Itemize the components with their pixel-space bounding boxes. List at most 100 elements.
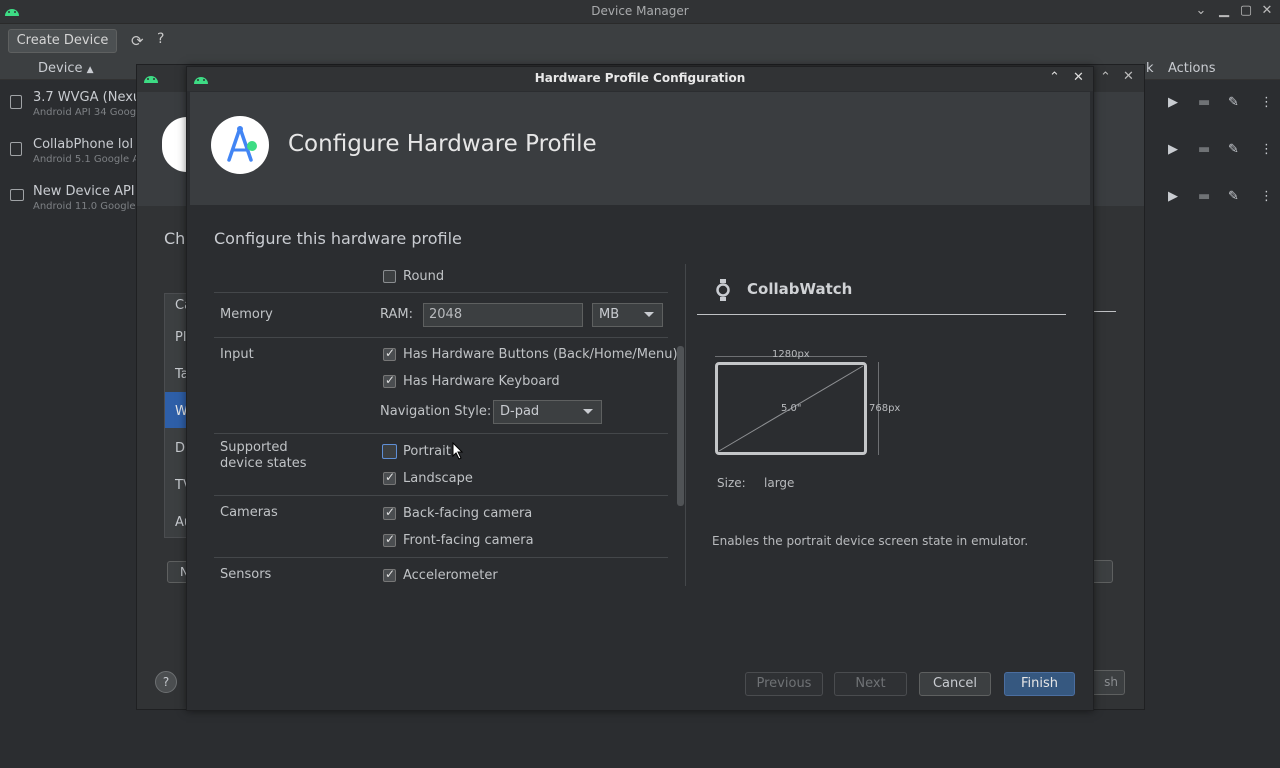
device-name: CollabPhone lol <box>33 137 134 152</box>
minimize-icon[interactable]: ▁ <box>1216 3 1232 19</box>
table-row[interactable]: New Device API 3 Android 11.0 Google <box>0 180 147 226</box>
previous-button[interactable]: Previous <box>745 672 823 696</box>
diagonal-label: 5.0" <box>781 403 802 414</box>
ram-unit-value: MB <box>599 307 620 322</box>
edit-icon[interactable]: ✎ <box>1228 189 1239 204</box>
bg-close-button[interactable]: ✕ <box>1123 69 1134 84</box>
navigation-style-label: Navigation Style: <box>380 404 492 419</box>
bg-list-item[interactable]: Pl <box>175 330 186 345</box>
window-title: Device Manager <box>591 4 689 18</box>
actions-column-header: Actions <box>1168 61 1216 76</box>
next-button[interactable]: Next <box>834 672 907 696</box>
finish-button[interactable]: Finish <box>1004 672 1075 696</box>
row-divider <box>214 495 668 496</box>
portrait-checkbox[interactable] <box>382 444 397 459</box>
height-label: 768px <box>869 403 901 414</box>
row-divider <box>214 292 668 293</box>
more-icon[interactable]: ⋮ <box>1260 142 1273 157</box>
phone-icon <box>10 95 22 109</box>
create-device-button[interactable]: Create Device <box>8 29 117 53</box>
section-title: Configure this hardware profile <box>214 229 462 248</box>
portrait-label: Portrait <box>403 444 451 459</box>
row-divider <box>214 337 668 338</box>
device-header-label: Device <box>38 61 83 76</box>
table-row[interactable]: 3.7 WVGA (Nexus Android API 34 Googl <box>0 86 148 132</box>
cameras-label: Cameras <box>220 505 278 520</box>
device-name: New Device API 3 <box>33 184 148 199</box>
sort-ascending-icon: ▲ <box>86 65 94 75</box>
android-studio-logo <box>211 116 269 174</box>
more-icon[interactable]: ⋮ <box>1260 189 1273 204</box>
restore-button[interactable]: ▢ <box>1238 3 1254 19</box>
toolbar <box>0 24 1280 58</box>
folder-icon[interactable]: ▬ <box>1198 95 1210 110</box>
ram-input[interactable]: 2048 <box>423 303 583 327</box>
watch-icon <box>716 279 730 301</box>
device-details: Android 5.1 Google AI <box>33 154 143 165</box>
folder-icon[interactable]: ▬ <box>1198 142 1210 157</box>
landscape-label: Landscape <box>403 471 473 486</box>
bg-list-item[interactable]: D <box>175 441 185 456</box>
round-checkbox[interactable] <box>383 270 396 283</box>
sensors-label: Sensors <box>220 567 272 582</box>
dialog-titlebar: Hardware Profile Configuration ⌃ ✕ <box>187 67 1093 91</box>
refresh-icon[interactable]: ⟳ <box>131 32 144 50</box>
form-border <box>685 264 686 586</box>
width-label: 1280px <box>772 349 810 360</box>
memory-label: Memory <box>220 307 273 322</box>
preview-device-name: CollabWatch <box>747 280 853 298</box>
round-label: Round <box>403 269 445 284</box>
bg-dialog-heading: Ch <box>164 229 186 248</box>
cancel-button[interactable]: Cancel <box>919 672 991 696</box>
device-column-header[interactable]: Device ▲ <box>38 61 94 76</box>
dialog-close-button[interactable]: ✕ <box>1073 70 1084 85</box>
form-scrollbar[interactable] <box>677 346 684 506</box>
tablet-icon <box>10 189 24 201</box>
device-name: 3.7 WVGA (Nexus <box>33 90 148 105</box>
bg-help-button[interactable]: ? <box>155 671 177 693</box>
landscape-checkbox[interactable] <box>383 470 396 485</box>
hardware-keyboard-checkbox[interactable] <box>383 373 396 388</box>
column-header-partial: k <box>1146 61 1154 76</box>
size-value: large <box>764 476 795 490</box>
accelerometer-checkbox[interactable] <box>383 567 396 582</box>
launch-icon[interactable]: ▶ <box>1168 95 1178 110</box>
ram-unit-select[interactable]: MB <box>592 303 663 327</box>
dialog-minimize-button[interactable]: ⌃ <box>1049 70 1060 85</box>
edit-icon[interactable]: ✎ <box>1228 95 1239 110</box>
close-button[interactable]: ✕ <box>1259 3 1275 19</box>
mouse-cursor-icon <box>452 442 464 460</box>
front-camera-checkbox[interactable] <box>383 532 396 547</box>
edit-icon[interactable]: ✎ <box>1228 142 1239 157</box>
minimize-button[interactable]: ⌄ <box>1193 3 1209 19</box>
device-details: Android 11.0 Google <box>33 201 136 212</box>
table-row[interactable]: CollabPhone lol Android 5.1 Google AI <box>0 133 143 179</box>
input-label: Input <box>220 347 254 362</box>
size-key: Size: <box>717 476 746 490</box>
android-icon <box>144 76 158 83</box>
hardware-buttons-checkbox[interactable] <box>383 346 396 361</box>
bg-minimize-button[interactable]: ⌃ <box>1100 70 1111 85</box>
row-divider <box>214 433 668 434</box>
hardware-keyboard-label: Has Hardware Keyboard <box>403 374 560 389</box>
window-titlebar: Device Manager ⌄ ▁ ▢ ✕ <box>0 0 1280 24</box>
help-icon[interactable]: ? <box>157 31 164 47</box>
back-camera-checkbox[interactable] <box>383 505 396 520</box>
preview-divider <box>697 314 1066 315</box>
row-divider <box>214 557 668 558</box>
folder-icon[interactable]: ▬ <box>1198 189 1210 204</box>
device-states-label-line2: device states <box>220 456 307 471</box>
launch-icon[interactable]: ▶ <box>1168 189 1178 204</box>
more-icon[interactable]: ⋮ <box>1260 95 1273 110</box>
field-description: Enables the portrait device screen state… <box>712 534 1029 548</box>
android-studio-icon <box>227 126 257 162</box>
dialog-title: Hardware Profile Configuration <box>534 71 746 85</box>
navigation-style-select[interactable]: D-pad <box>493 400 602 424</box>
navigation-style-value: D-pad <box>500 404 540 419</box>
hardware-buttons-label: Has Hardware Buttons (Back/Home/Menu) <box>403 347 678 362</box>
back-camera-label: Back-facing camera <box>403 506 533 521</box>
device-details: Android API 34 Googl <box>33 107 139 118</box>
launch-icon[interactable]: ▶ <box>1168 142 1178 157</box>
bg-finish-button[interactable]: sh <box>1090 670 1125 695</box>
ram-label: RAM: <box>380 307 413 322</box>
